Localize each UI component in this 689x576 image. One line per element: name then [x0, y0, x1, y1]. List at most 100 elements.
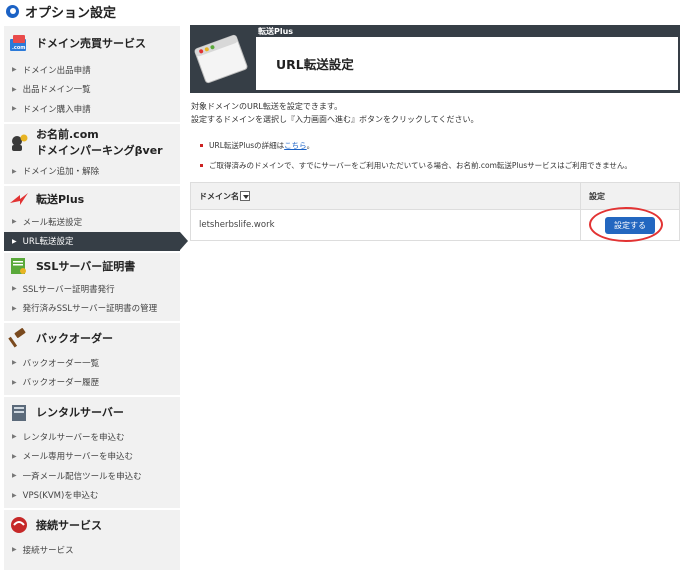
heading-line-1: お名前.com: [36, 127, 99, 141]
details-link[interactable]: こちら: [284, 140, 307, 151]
sidebar-item-label: 出品ドメイン一覧: [22, 85, 91, 96]
triangle-icon: ▶: [12, 105, 17, 113]
sidebar-heading: レンタルサーバー: [4, 397, 180, 427]
sidebar-item-label: 一斉メール配信ツールを申込む: [22, 471, 142, 482]
triangle-icon: ▶: [12, 359, 17, 367]
configure-button[interactable]: 設定する: [605, 216, 655, 234]
bullet-icon: [200, 163, 203, 167]
triangle-icon: ▶: [12, 491, 17, 499]
sidebar-heading-label: ドメイン売買サービス: [36, 37, 146, 50]
sidebar-item-label: VPS(KVM)を申込む: [22, 491, 99, 502]
column-header-domain: ドメイン名: [191, 183, 581, 209]
triangle-icon: ▶: [12, 285, 17, 293]
triangle-icon: ▶: [12, 452, 17, 460]
triangle-icon: ▶: [12, 546, 17, 554]
sidebar-heading-label: お名前.com ドメインパーキングβver: [36, 127, 163, 159]
sidebar-item-label: バックオーダー履歴: [22, 378, 100, 389]
triangle-icon: ▶: [12, 472, 17, 480]
note-item: URL転送Plusの詳細は こちら。: [200, 135, 632, 155]
sidebar-item-label: ドメイン購入申請: [22, 104, 91, 115]
note-suffix: 。: [306, 140, 315, 150]
description: 対象ドメインのURL転送を設定できます。 設定するドメインを選択し『入力画面へ進…: [191, 100, 479, 126]
setting-cell: 設定する: [581, 207, 679, 242]
description-line-1: 対象ドメインのURL転送を設定できます。: [191, 102, 343, 111]
sidebar-heading-label: 接続サービス: [36, 519, 102, 532]
server-icon: [12, 405, 26, 421]
sidebar-item-label: メール転送設定: [22, 217, 83, 228]
circle-icon: [6, 4, 19, 18]
heading-line-2: ドメインパーキングβver: [36, 143, 163, 157]
page-header: オプション設定: [6, 3, 117, 21]
note-text: ご取得済みのドメインで、すでにサーバーをご利用いただいている場合、お名前.com…: [209, 160, 632, 170]
triangle-icon: ▶: [12, 218, 17, 226]
sidebar-item-label: URL転送設定: [22, 237, 74, 248]
setting-button-wrap: 設定する: [581, 207, 679, 242]
bullet-icon: [200, 143, 203, 147]
table-row: letsherbslife.work 設定する: [191, 207, 679, 242]
triangle-icon: ▶: [12, 167, 17, 175]
sidebar-item-mail-transfer[interactable]: ▶ メール転送設定: [4, 212, 180, 232]
sidebar-heading: お名前.com ドメインパーキングβver: [4, 124, 180, 162]
sidebar-item-label: 発行済みSSLサーバー証明書の管理: [22, 304, 158, 315]
sidebar-item-label: メール専用サーバーを申込む: [22, 452, 134, 463]
banner-box: URL転送設定: [256, 37, 678, 90]
sidebar-item-label: ドメイン出品申請: [22, 65, 91, 76]
sidebar-item-label: 接続サービス: [22, 545, 74, 556]
sidebar-item-listing-request[interactable]: ▶ ドメイン出品申請: [4, 60, 180, 80]
sidebar-item-label: レンタルサーバーを申込む: [22, 432, 125, 443]
sidebar-item-url-transfer[interactable]: ▶ URL転送設定: [4, 231, 188, 251]
banner-title: URL転送設定: [276, 57, 354, 72]
sidebar-item-label: ドメイン追加・解除: [22, 167, 100, 178]
sidebar-item-listing-list[interactable]: ▶ 出品ドメイン一覧: [4, 80, 180, 100]
sidebar-heading: 転送Plus: [4, 186, 180, 212]
note-text: URL転送Plusの詳細は: [209, 140, 285, 150]
page-banner: 転送Plus URL転送設定: [190, 25, 680, 93]
sidebar-heading: 接続サービス: [4, 510, 180, 540]
sidebar-item-ssl-issue[interactable]: ▶ SSLサーバー証明書発行: [4, 279, 180, 299]
sidebar-item-backorder-history[interactable]: ▶ バックオーダー履歴: [4, 373, 180, 393]
sidebar-heading: .com ドメイン売買サービス: [4, 26, 180, 60]
sidebar-section-transfer-plus: 転送Plus ▶ メール転送設定 ▶ URL転送設定: [4, 186, 188, 251]
triangle-icon: ▶: [12, 304, 17, 312]
sidebar-item-vps-apply[interactable]: ▶ VPS(KVM)を申込む: [4, 486, 180, 506]
connection-icon: [11, 517, 27, 533]
domain-cell: letsherbslife.work: [191, 210, 581, 240]
certificate-icon: [11, 258, 26, 274]
sidebar-heading: バックオーダー: [4, 323, 180, 353]
sidebar-heading-label: 転送Plus: [36, 193, 85, 206]
triangle-icon: ▶: [12, 66, 17, 74]
description-line-2: 設定するドメインを選択し『入力画面へ進む』ボタンをクリックしてください。: [191, 115, 479, 124]
sidebar-heading-label: レンタルサーバー: [36, 406, 124, 419]
sidebar-section-connection: 接続サービス ▶ 接続サービス: [4, 510, 180, 570]
sidebar-item-rental-server-apply[interactable]: ▶ レンタルサーバーを申込む: [4, 427, 180, 447]
parking-icon: [12, 134, 28, 151]
table-header: ドメイン名 設定: [191, 183, 679, 210]
sidebar-item-purchase-request[interactable]: ▶ ドメイン購入申請: [4, 99, 180, 119]
sort-dropdown-icon[interactable]: [240, 191, 250, 201]
sidebar-item-label: バックオーダー一覧: [22, 358, 100, 369]
sidebar-item-mail-server-apply[interactable]: ▶ メール専用サーバーを申込む: [4, 447, 180, 467]
column-header-label: ドメイン名: [199, 191, 239, 201]
sidebar: .com ドメイン売買サービス ▶ ドメイン出品申請 ▶ 出品ドメイン一覧 ▶ ドメイ…: [4, 26, 188, 572]
sidebar-section-parking: お名前.com ドメインパーキングβver ▶ ドメイン追加・解除: [4, 123, 180, 184]
note-item: ご取得済みのドメインで、すでにサーバーをご利用いただいている場合、お名前.com…: [200, 155, 632, 175]
sidebar-item-domain-add-remove[interactable]: ▶ ドメイン追加・解除: [4, 162, 180, 182]
banner-label: 転送Plus: [258, 27, 294, 36]
domain-trade-icon: .com: [10, 35, 26, 51]
sidebar-item-ssl-manage[interactable]: ▶ 発行済みSSLサーバー証明書の管理: [4, 299, 180, 319]
sidebar-item-bulk-mail-apply[interactable]: ▶ 一斉メール配信ツールを申込む: [4, 466, 180, 486]
sidebar-section-rental-server: レンタルサーバー ▶ レンタルサーバーを申込む ▶ メール専用サーバーを申込む ▶ 一…: [4, 397, 180, 508]
triangle-icon: ▶: [12, 237, 17, 245]
gavel-icon: [8, 328, 26, 348]
sidebar-item-connection-service[interactable]: ▶ 接続サービス: [4, 540, 180, 560]
arrow-icon: [10, 193, 28, 205]
sidebar-heading-label: バックオーダー: [36, 332, 113, 345]
sidebar-item-backorder-list[interactable]: ▶ バックオーダー一覧: [4, 353, 180, 373]
browser-window-icon: [194, 34, 248, 84]
triangle-icon: ▶: [12, 378, 17, 386]
sidebar-item-label: SSLサーバー証明書発行: [22, 284, 115, 295]
domain-table: ドメイン名 設定 letsherbslife.work 設定する: [190, 182, 680, 242]
page-title: オプション設定: [25, 5, 117, 21]
sidebar-heading: SSLサーバー証明書: [4, 253, 180, 279]
sidebar-section-domain-trade: .com ドメイン売買サービス ▶ ドメイン出品申請 ▶ 出品ドメイン一覧 ▶ ドメイ…: [4, 26, 180, 122]
